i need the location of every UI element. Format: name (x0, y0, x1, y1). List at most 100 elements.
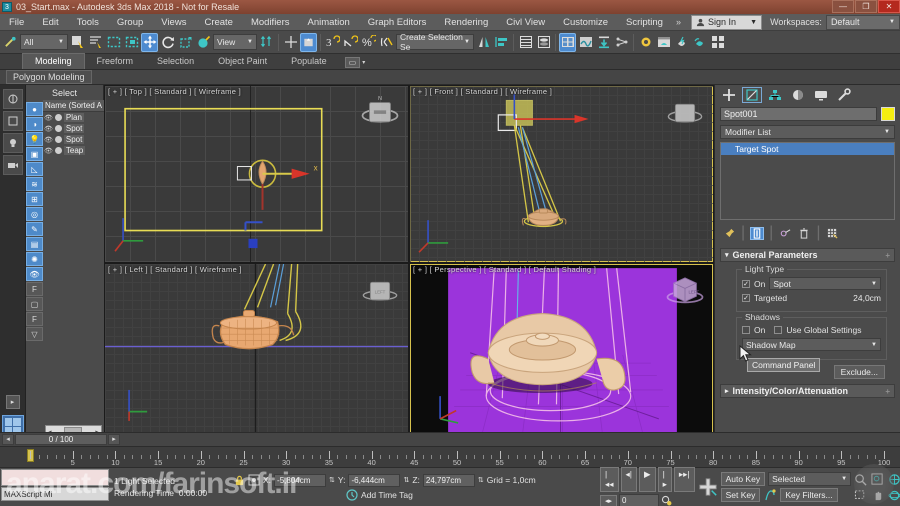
lights-rail-button[interactable] (2, 133, 23, 153)
filter-bones-icon[interactable]: ✎ (26, 222, 43, 236)
shadow-type-select[interactable]: Shadow Map ▼ (742, 338, 881, 351)
ribbon-tab-freeform[interactable]: Freeform (85, 54, 146, 69)
render-setup-button[interactable] (637, 33, 654, 52)
make-unique-button[interactable] (778, 227, 792, 240)
modify-tab[interactable] (742, 87, 762, 103)
sign-in-chevron-down-icon[interactable]: ▼ (750, 19, 757, 26)
viewport-front-label[interactable]: [ + ] [ Front ] [ Standard ] [ Wireframe… (413, 87, 552, 96)
y-spinner[interactable]: ⇅ (403, 476, 409, 484)
add-time-tag-icon[interactable] (346, 488, 358, 501)
filter-containers-icon[interactable]: ▤ (26, 237, 43, 251)
frozen-icon[interactable]: F (26, 312, 43, 326)
set-key-button[interactable]: Set Key (720, 488, 761, 502)
key-mode-toggle-button[interactable]: ◂▸ (600, 494, 618, 506)
spinner-snap-toggle-button[interactable]: % (360, 33, 377, 52)
workspace-select[interactable]: Default ▼ (825, 14, 900, 30)
filter-geometry-icon[interactable]: ◑ (26, 117, 43, 131)
display-visibility-icon[interactable]: 👁 (26, 267, 43, 281)
freeze-icon[interactable]: F (26, 282, 43, 296)
modify-rail-button[interactable] (2, 89, 23, 109)
steering-wheel-icon[interactable] (854, 464, 894, 504)
filter-lights-icon[interactable]: 💡 (26, 132, 43, 146)
light-type-select[interactable]: Spot ▼ (769, 277, 881, 290)
menu-scripting[interactable]: Scripting (617, 14, 672, 31)
select-and-move-button[interactable] (141, 32, 158, 52)
ribbon-tab-object-paint[interactable]: Object Paint (206, 54, 279, 69)
targeted-checkbox[interactable]: ✓ (742, 294, 750, 302)
select-window-crossing-button[interactable] (123, 33, 140, 52)
filter-xrefs-icon[interactable]: ◎ (26, 207, 43, 221)
toggle-scene-explorer-button[interactable] (517, 33, 534, 52)
camera-rail-button[interactable] (2, 155, 23, 175)
show-end-result-button[interactable] (750, 226, 765, 240)
render-icon[interactable]: ▢ (26, 297, 43, 311)
shadows-on-checkbox[interactable] (742, 326, 750, 334)
previous-frame-button[interactable]: ◂| (620, 467, 638, 492)
menu-create[interactable]: Create (195, 14, 242, 31)
ribbon-tab-modeling[interactable]: Modeling (22, 53, 85, 69)
select-region-rectangular-button[interactable] (105, 33, 122, 52)
menu-graph-editors[interactable]: Graph Editors (359, 14, 436, 31)
render-iterative-button[interactable] (691, 33, 708, 52)
y-field[interactable]: -6,444cm (348, 473, 401, 487)
visibility-eye-icon[interactable]: 👁 (44, 147, 53, 155)
select-rail-button[interactable] (2, 111, 23, 131)
ribbon-tab-selection[interactable]: Selection (145, 54, 206, 69)
menu-civil-view[interactable]: Civl View (497, 14, 554, 31)
maxscript-input[interactable] (1, 469, 109, 486)
mirror-button[interactable] (475, 33, 492, 52)
go-to-start-button[interactable]: |◂◂ (600, 467, 619, 492)
x-field[interactable]: -5,804cm (274, 473, 327, 487)
maxscript-mini-listener-label[interactable]: MAXScript Mi (1, 487, 109, 501)
filter-particles-icon[interactable]: ✺ (26, 252, 43, 266)
view-cube-icon[interactable]: LEFT (358, 270, 402, 312)
remove-modifier-button[interactable] (797, 227, 811, 240)
sign-in-button[interactable]: Sign In ▼ (690, 14, 763, 30)
menu-rendering[interactable]: Rendering (435, 14, 497, 31)
menu-customize[interactable]: Customize (554, 14, 617, 31)
open-ui-layout-button[interactable] (709, 33, 726, 52)
create-tab[interactable] (719, 87, 739, 103)
x-spinner[interactable]: ⇅ (329, 476, 335, 484)
select-and-place-button[interactable] (195, 33, 212, 52)
rollout-pin-icon[interactable]: + (885, 251, 890, 260)
menu-tools[interactable]: Tools (68, 14, 108, 31)
select-by-name-button[interactable] (87, 33, 104, 52)
visibility-eye-icon[interactable]: 👁 (44, 114, 53, 122)
snaps-toggle-button[interactable] (300, 32, 317, 52)
next-frame-button[interactable]: |▸ (657, 467, 672, 492)
viewport-perspective[interactable]: LEFT [ + ] [ Perspective ] [ Standard ] … (410, 263, 713, 439)
view-cube-icon[interactable] (663, 92, 707, 134)
menu-group[interactable]: Group (108, 14, 152, 31)
target-distance-value[interactable]: 24,0cm (853, 293, 881, 303)
filter-groups-icon[interactable]: ⊞ (26, 192, 43, 206)
rollout-general-parameters-header[interactable]: ▾ General Parameters + (720, 248, 895, 262)
rollout-collapse-icon[interactable]: ▸ (725, 387, 729, 395)
list-item[interactable]: 👁 Spot (43, 123, 104, 134)
ribbon-overflow-button[interactable]: ▭ ▾ (344, 57, 365, 68)
list-item[interactable]: 👁 Plan (43, 112, 104, 123)
expand-rail-button[interactable]: ▸ (5, 395, 20, 409)
align-tools-button[interactable] (493, 33, 510, 52)
rollout-expand-icon[interactable]: ▾ (725, 251, 729, 259)
timeline-track-bar[interactable]: ∿ 51015202530354045505560657075808590951… (0, 446, 900, 468)
menu-animation[interactable]: Animation (299, 14, 359, 31)
object-name-field[interactable]: Spot001 (720, 107, 877, 121)
schematic-view-button[interactable] (577, 33, 594, 52)
menu-views[interactable]: Views (152, 14, 195, 31)
add-time-tag-label[interactable]: Add Time Tag (361, 490, 413, 500)
minimize-button[interactable]: — (832, 0, 854, 13)
toggle-layer-explorer-button[interactable] (535, 33, 552, 52)
time-configuration-icon[interactable] (661, 495, 672, 506)
previous-frame-button[interactable]: ◂ (2, 434, 14, 445)
z-spinner[interactable]: ⇅ (478, 476, 484, 484)
angle-snap-toggle-button[interactable]: 3 (324, 33, 341, 52)
modifier-stack[interactable]: Target Spot (720, 142, 895, 220)
set-key-toggle-button[interactable] (698, 477, 718, 497)
filter-cameras-icon[interactable]: ▣ (26, 147, 43, 161)
render-production-button[interactable] (673, 33, 690, 52)
utilities-tab[interactable] (834, 87, 854, 103)
motion-tab[interactable] (788, 87, 808, 103)
configure-modifier-sets-button[interactable] (825, 227, 839, 240)
list-item[interactable]: 👁 Spot (43, 134, 104, 145)
